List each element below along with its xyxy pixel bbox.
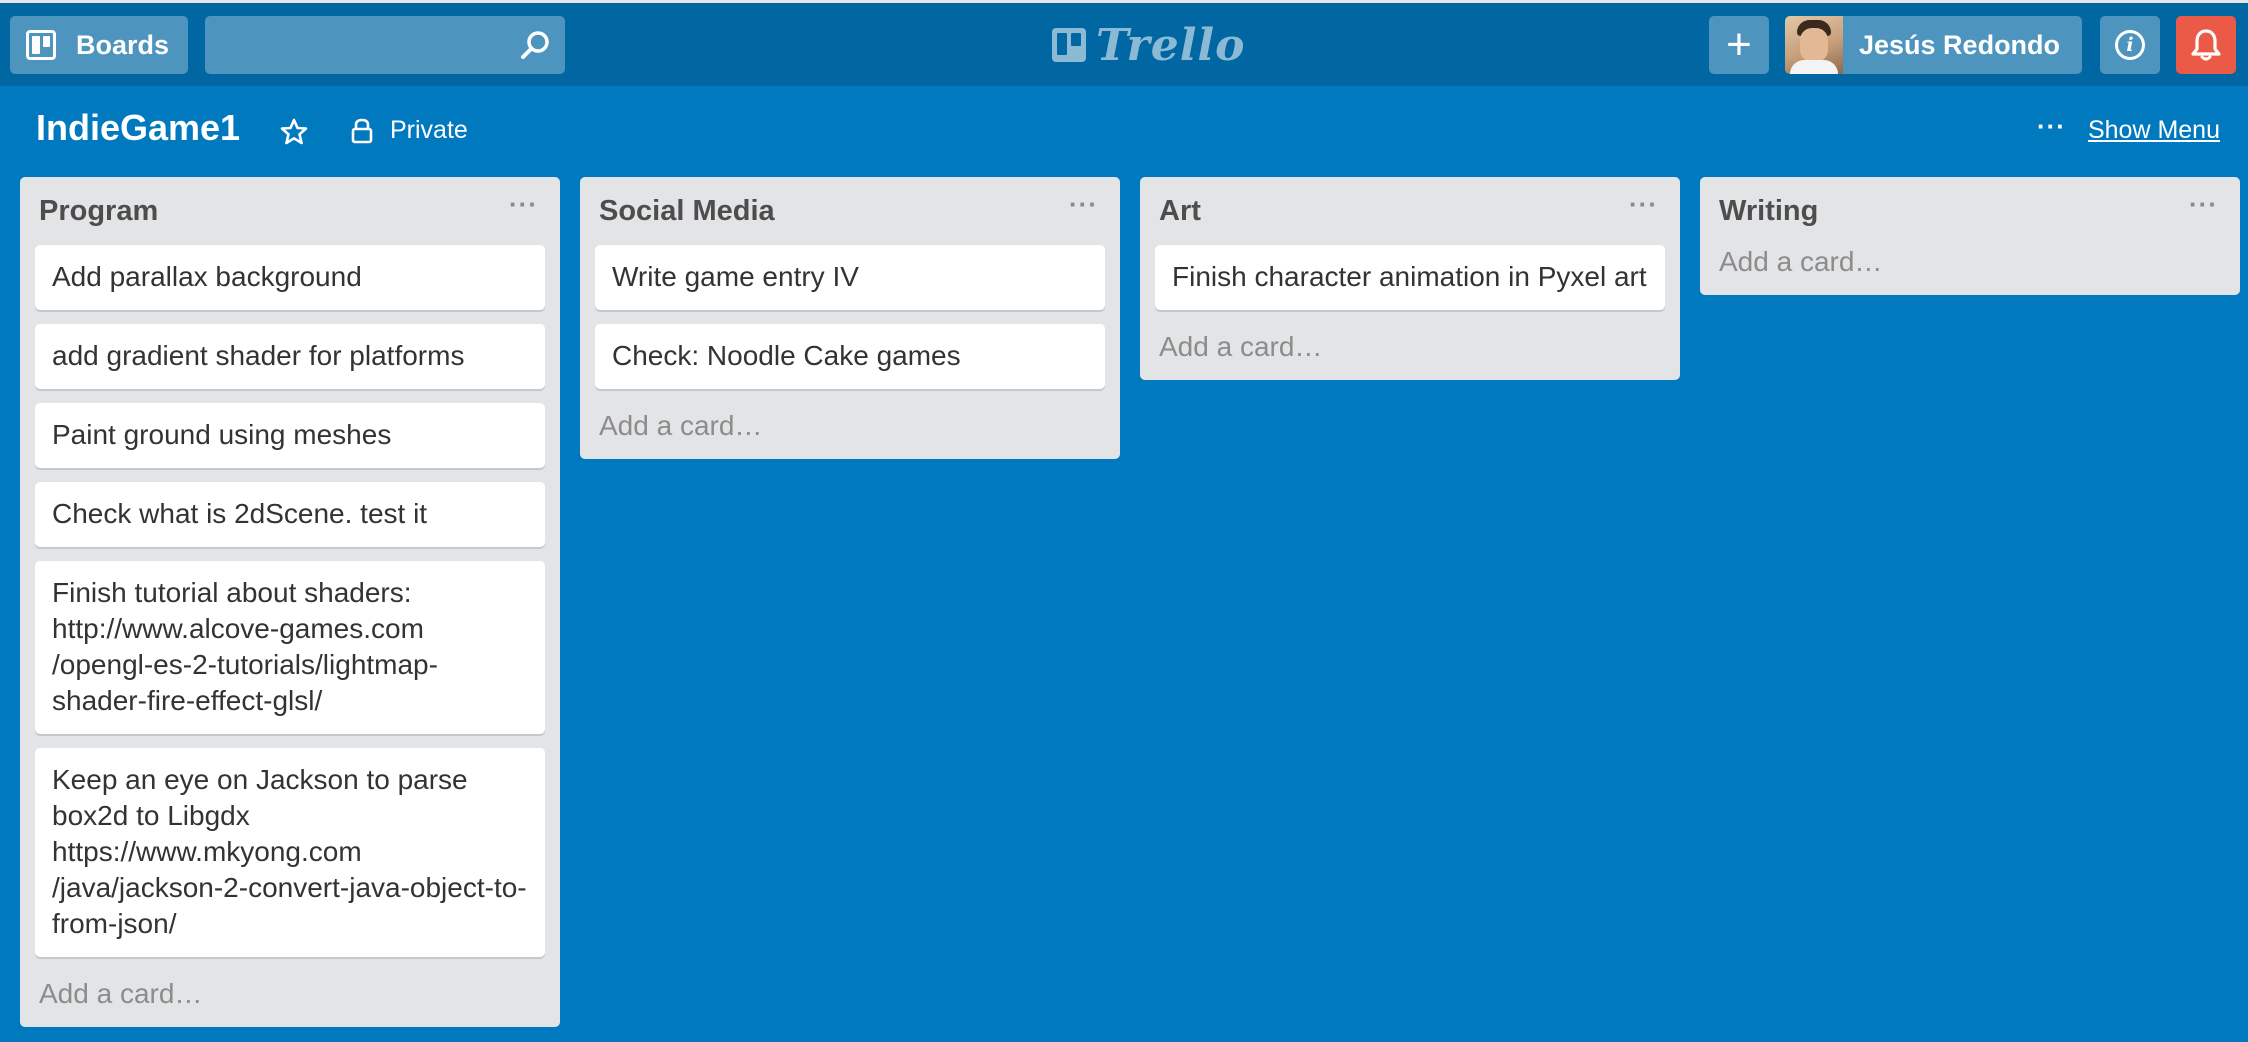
show-menu-link[interactable]: Show Menu <box>2088 116 2220 145</box>
add-card-button[interactable]: Add a card… <box>1140 324 1680 380</box>
bell-icon <box>2191 29 2221 61</box>
card[interactable]: Write game entry IV <box>595 245 1105 310</box>
list-menu-icon[interactable]: ··· <box>1629 189 1658 220</box>
list-header: Program ··· <box>20 177 560 245</box>
add-button[interactable]: + <box>1709 16 1769 74</box>
list-header: Writing ··· <box>1700 177 2240 239</box>
list-title[interactable]: Program <box>39 195 158 228</box>
list-header: Art ··· <box>1140 177 1680 245</box>
search-input[interactable] <box>205 16 565 74</box>
add-card-button[interactable]: Add a card… <box>20 971 560 1027</box>
card[interactable]: Finish tutorial about shaders: http://ww… <box>35 561 545 734</box>
list-program: Program ··· Add parallax background add … <box>20 177 560 1027</box>
boards-button[interactable]: Boards <box>10 16 188 74</box>
notifications-button[interactable] <box>2176 16 2236 74</box>
list-title[interactable]: Social Media <box>599 195 775 228</box>
info-icon: i <box>2115 30 2145 60</box>
member-menu-button[interactable]: Jesús Redondo <box>1785 16 2082 74</box>
member-name: Jesús Redondo <box>1859 29 2061 60</box>
list-social-media: Social Media ··· Write game entry IV Che… <box>580 177 1120 459</box>
boards-label: Boards <box>76 29 170 60</box>
boards-icon <box>26 30 56 60</box>
search-icon[interactable] <box>519 29 551 61</box>
more-icon: ··· <box>2036 110 2066 141</box>
privacy-label: Private <box>390 116 468 144</box>
star-icon[interactable] <box>279 117 309 147</box>
card[interactable]: Keep an eye on Jackson to parse box2d to… <box>35 748 545 957</box>
logo-text: Trello <box>1096 19 1246 71</box>
add-card-button[interactable]: Add a card… <box>1700 239 2240 295</box>
card[interactable]: Check: Noodle Cake games <box>595 324 1105 389</box>
avatar <box>1785 16 1843 74</box>
trello-logo-icon <box>1052 28 1086 62</box>
info-button[interactable]: i <box>2100 16 2160 74</box>
list-menu-icon[interactable]: ··· <box>2189 189 2218 220</box>
card[interactable]: Check what is 2dScene. test it <box>35 482 545 547</box>
card[interactable]: Paint ground using meshes <box>35 403 545 468</box>
trello-logo[interactable]: Trello <box>1052 20 1246 71</box>
list-header: Social Media ··· <box>580 177 1120 245</box>
list-menu-icon[interactable]: ··· <box>509 189 538 220</box>
privacy-button[interactable]: Private <box>350 116 468 145</box>
list-menu-icon[interactable]: ··· <box>1069 189 1098 220</box>
card[interactable]: Finish character animation in Pyxel art <box>1155 245 1665 310</box>
card[interactable]: add gradient shader for platforms <box>35 324 545 389</box>
show-menu[interactable]: ··· Show Menu <box>2036 110 2220 145</box>
board-title[interactable]: IndieGame1 <box>36 107 240 149</box>
card[interactable]: Add parallax background <box>35 245 545 310</box>
lock-icon <box>351 118 373 143</box>
list-title[interactable]: Art <box>1159 195 1201 228</box>
search-box[interactable] <box>205 16 565 74</box>
add-card-button[interactable]: Add a card… <box>580 403 1120 459</box>
list-writing: Writing ··· Add a card… <box>1700 177 2240 295</box>
top-header: Boards Trello + Jesús Redondo i <box>0 0 2248 86</box>
plus-icon: + <box>1726 20 1752 69</box>
list-title[interactable]: Writing <box>1719 195 1818 228</box>
list-art: Art ··· Finish character animation in Py… <box>1140 177 1680 380</box>
